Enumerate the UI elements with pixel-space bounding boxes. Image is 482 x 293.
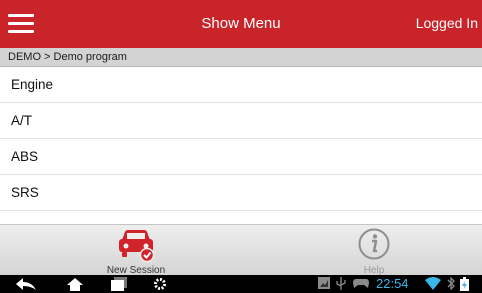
info-icon bbox=[358, 228, 390, 260]
bottom-action-bar: New Session Help bbox=[0, 224, 482, 276]
menu-item-engine[interactable]: Engine bbox=[0, 67, 482, 103]
battery-icon bbox=[460, 277, 469, 291]
settings-icon[interactable] bbox=[153, 277, 167, 291]
recent-apps-icon[interactable] bbox=[110, 277, 128, 291]
login-status[interactable]: Logged In bbox=[416, 15, 478, 31]
menu-item-at[interactable]: A/T bbox=[0, 103, 482, 139]
wifi-icon bbox=[425, 277, 441, 290]
menu-list: Engine A/T ABS SRS bbox=[0, 67, 482, 211]
help-button[interactable]: Help bbox=[254, 225, 482, 276]
clock: 22:54 bbox=[376, 276, 409, 291]
breadcrumb: DEMO > Demo program bbox=[0, 48, 482, 67]
home-icon[interactable] bbox=[66, 277, 84, 291]
car-check-icon bbox=[119, 230, 155, 263]
screenshot-icon bbox=[318, 277, 330, 289]
app-header: Show Menu Logged In bbox=[0, 0, 482, 48]
page-title: Show Menu bbox=[201, 15, 281, 32]
menu-item-abs[interactable]: ABS bbox=[0, 139, 482, 175]
bluetooth-icon bbox=[447, 277, 455, 290]
new-session-button[interactable]: New Session bbox=[16, 225, 256, 276]
system-navigation-bar: 22:54 bbox=[0, 275, 482, 293]
usb-icon bbox=[336, 277, 346, 290]
menu-item-srs[interactable]: SRS bbox=[0, 175, 482, 211]
back-icon[interactable] bbox=[14, 277, 38, 291]
gamepad-icon bbox=[353, 279, 369, 288]
